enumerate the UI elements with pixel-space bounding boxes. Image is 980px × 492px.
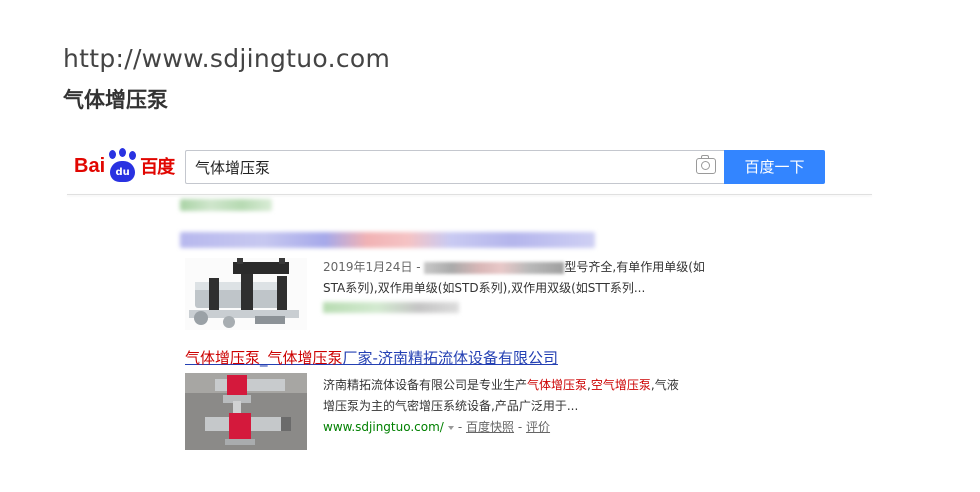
sep: - bbox=[517, 420, 523, 434]
search-button[interactable]: 百度一下 bbox=[724, 150, 825, 184]
result1-snippet: 2019年1月24日 - 型号齐全,有单作用单级(如 STA系列),双作用单级(… bbox=[323, 257, 733, 299]
result1-snippet-a: 型号齐全,有单作用单级(如 bbox=[564, 260, 705, 274]
result1-snippet-b: STA系列),双作用单级(如STD系列),双作用双级(如STT系列... bbox=[323, 281, 646, 295]
paw-icon: du bbox=[106, 148, 139, 184]
result2-title-link[interactable]: 气体增压泵_气体增压泵厂家-济南精拓流体设备有限公司 bbox=[185, 347, 558, 368]
search-box[interactable] bbox=[185, 150, 724, 184]
pump-photo-icon bbox=[185, 373, 307, 450]
logo-paw-text: du bbox=[110, 161, 136, 182]
result2-snippet: 济南精拓流体设备有限公司是专业生产气体增压泵,空气增压泵,气液 增压泵为主的气密… bbox=[323, 375, 733, 438]
title-sep: _ bbox=[260, 349, 268, 367]
result1-date: 2019年1月24日 - bbox=[323, 260, 421, 274]
title-highlight-1: 气体增压泵 bbox=[185, 349, 261, 367]
snippet-highlight-1: 气体增压泵 bbox=[527, 378, 588, 392]
caption-url: http://www.sdjingtuo.com bbox=[63, 44, 391, 73]
sep: - bbox=[457, 420, 463, 434]
snippet-text: 济南精拓流体设备有限公司是专业生产 bbox=[323, 378, 528, 392]
snippet-highlight-2: 空气增压泵 bbox=[590, 378, 651, 392]
title-rest: 厂家-济南精拓流体设备有限公司 bbox=[342, 349, 558, 367]
logo-text-bai: Bai bbox=[74, 154, 106, 177]
title-highlight-2: 气体增压泵 bbox=[267, 349, 343, 367]
snippet-text: ,气液 bbox=[650, 378, 679, 392]
review-link[interactable]: 评价 bbox=[526, 420, 550, 434]
baidu-logo[interactable]: Bai du 百度 bbox=[74, 146, 175, 186]
snapshot-link[interactable]: 百度快照 bbox=[466, 420, 514, 434]
result2-thumbnail[interactable] bbox=[185, 373, 307, 450]
pump-image-icon bbox=[185, 258, 307, 330]
search-input[interactable] bbox=[193, 157, 677, 177]
snippet-text: 增压泵为主的气密增压系统设备,产品广泛用于... bbox=[323, 399, 579, 413]
camera-icon[interactable] bbox=[696, 155, 716, 174]
logo-text-baidu-zh: 百度 bbox=[140, 157, 175, 178]
blurred-breadcrumb bbox=[180, 199, 272, 211]
blurred-url bbox=[323, 302, 459, 313]
result2-url[interactable]: www.sdjingtuo.com/ bbox=[323, 420, 444, 434]
blurred-text bbox=[424, 261, 565, 274]
chevron-down-icon[interactable] bbox=[447, 425, 454, 430]
header-divider bbox=[67, 194, 872, 195]
result1-thumbnail[interactable] bbox=[185, 258, 307, 330]
caption-keyword: 气体增压泵 bbox=[63, 88, 168, 112]
blurred-result-title[interactable] bbox=[180, 232, 595, 248]
